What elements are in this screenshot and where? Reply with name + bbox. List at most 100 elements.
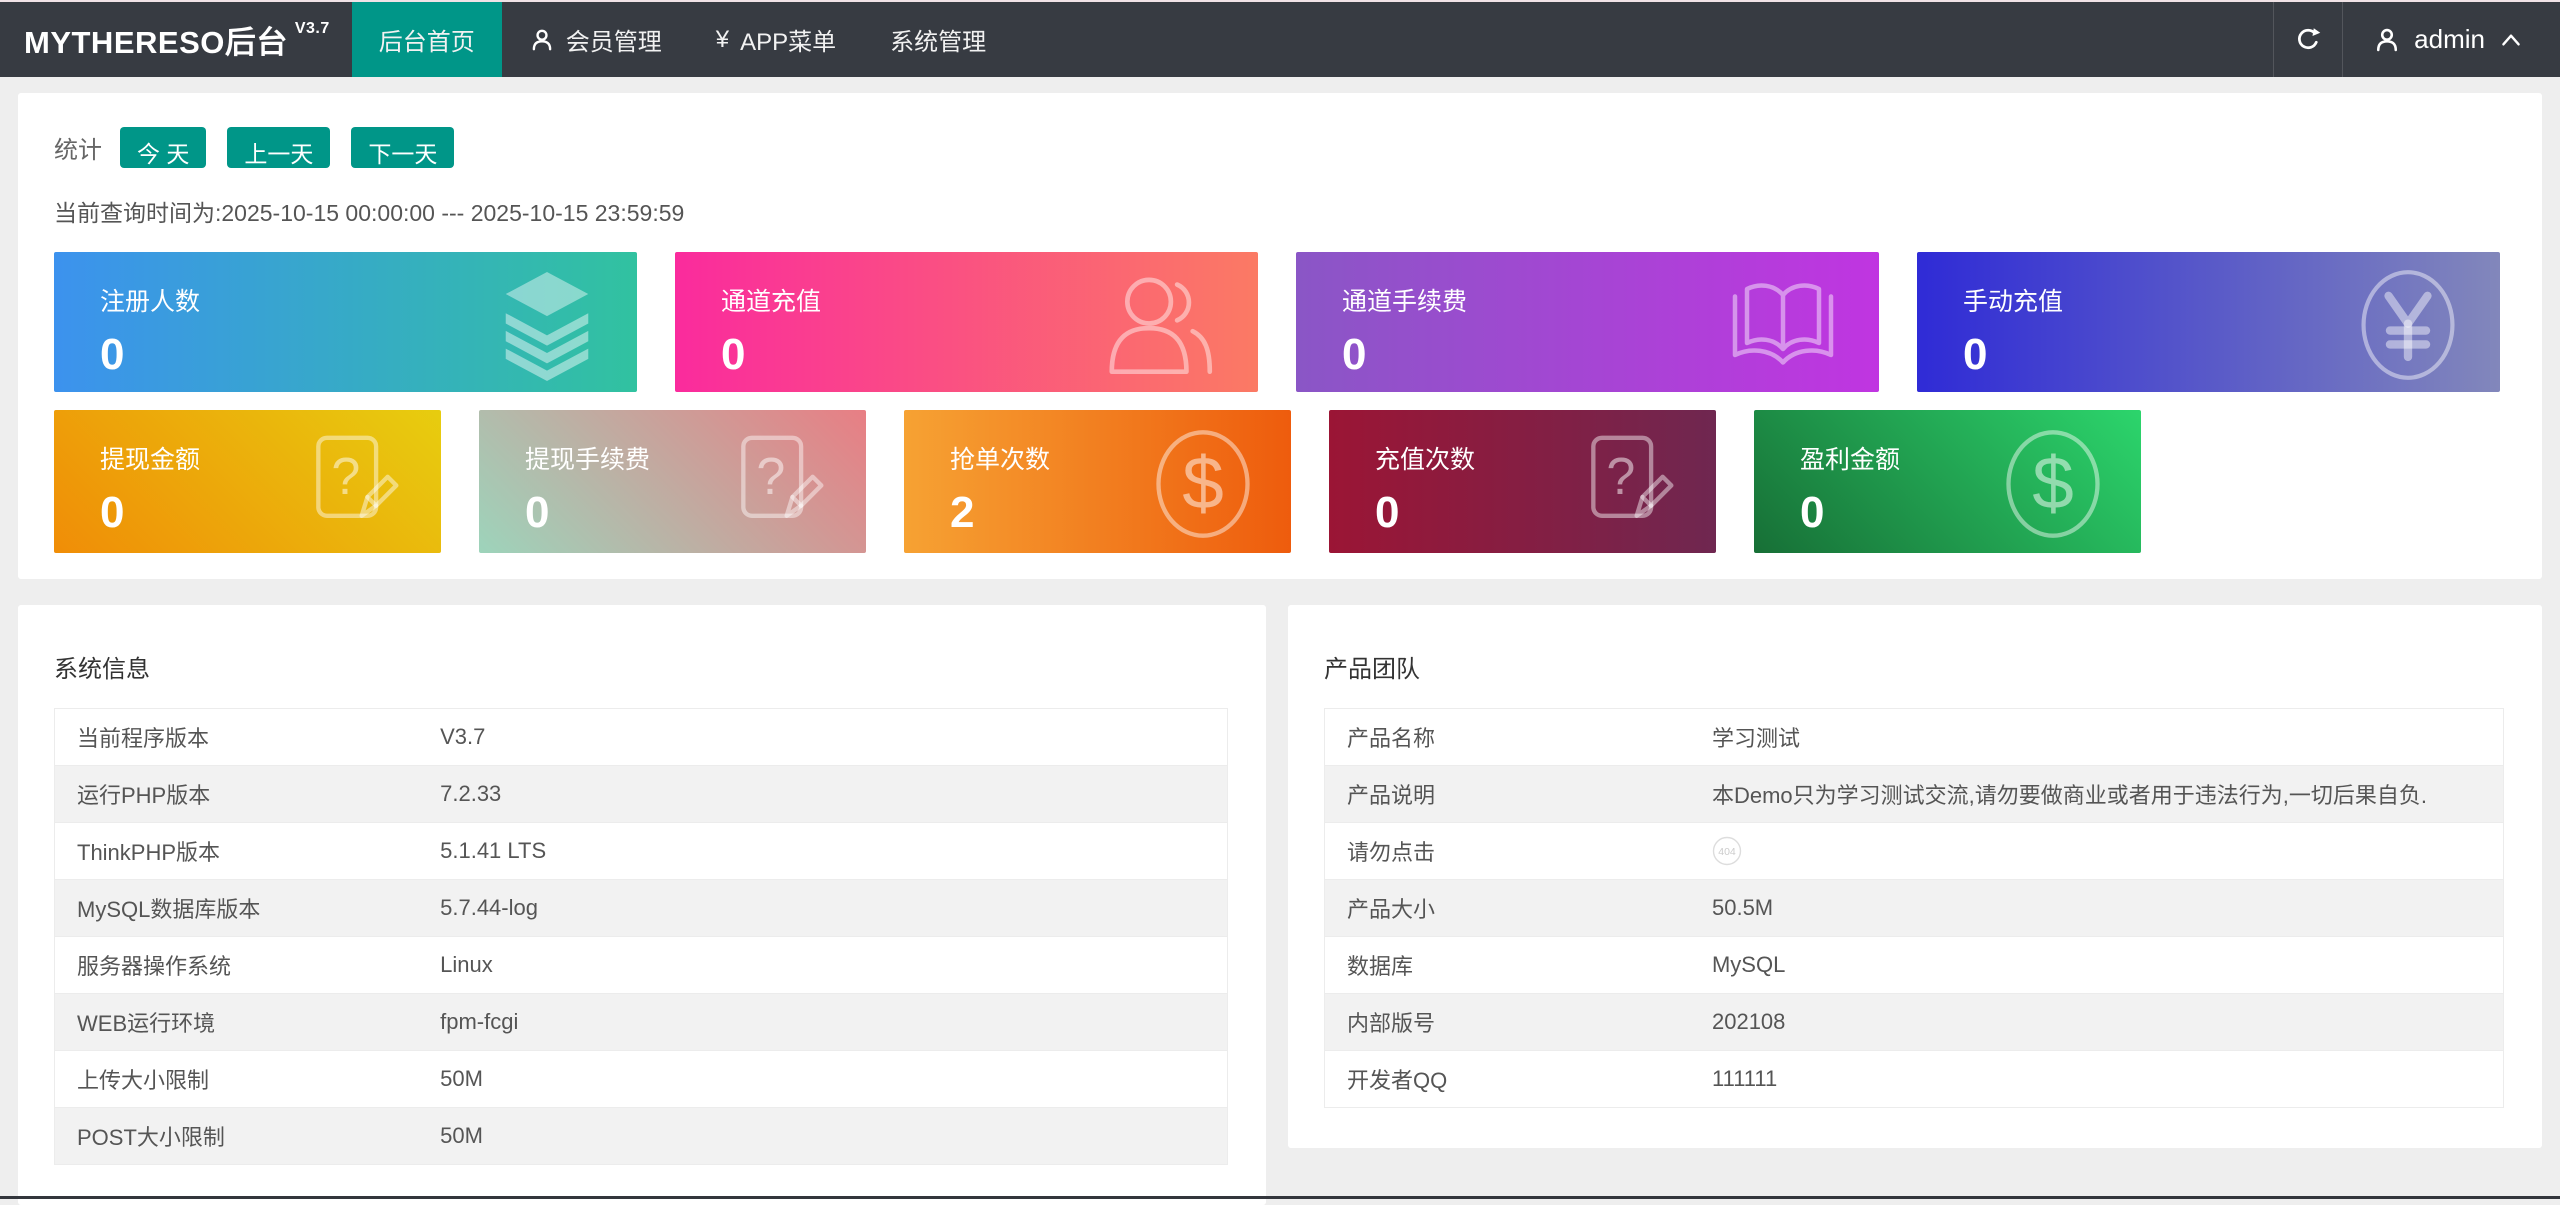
- product-team-table: 产品名称学习测试 产品说明本Demo只为学习测试交流,请勿要做商业或者用于违法行…: [1324, 708, 2504, 1108]
- row-value: 404: [1690, 823, 2504, 880]
- row-value: 50M: [418, 1108, 1227, 1165]
- row-label: 内部版号: [1325, 994, 1690, 1051]
- nav-item-system[interactable]: 系统管理: [863, 2, 1013, 77]
- top-navbar: MYTHERESO后台 V3.7 后台首页 会员管理 ¥ APP菜单 系统管理: [0, 0, 2560, 77]
- table-row: 产品大小50.5M: [1325, 880, 2504, 937]
- nav-item-app-menu[interactable]: ¥ APP菜单: [689, 2, 863, 77]
- person-icon: [529, 27, 555, 53]
- row-value: MySQL: [1690, 937, 2504, 994]
- svg-text:$: $: [2032, 441, 2074, 525]
- nav-item-label: APP菜单: [740, 22, 836, 57]
- nav-item-home[interactable]: 后台首页: [352, 2, 502, 77]
- row-label: 当前程序版本: [55, 709, 419, 766]
- stat-card-registered-users: 注册人数 0: [54, 252, 637, 392]
- nav-item-members[interactable]: 会员管理: [502, 2, 689, 77]
- table-row: 当前程序版本V3.7: [55, 709, 1228, 766]
- yen-icon: ¥: [716, 26, 729, 54]
- people-icon: [1104, 275, 1216, 375]
- system-info-title: 系统信息: [54, 649, 1228, 684]
- bottom-panels: 系统信息 当前程序版本V3.7 运行PHP版本7.2.33 ThinkPHP版本…: [18, 605, 2542, 1205]
- admin-username: admin: [2414, 24, 2485, 55]
- layers-icon: [499, 269, 595, 381]
- stat-card-grab-order-count: 抢单次数 2 $: [904, 410, 1291, 553]
- stats-section-label: 统计: [54, 130, 102, 165]
- range-button-prev-day[interactable]: 上一天: [227, 127, 330, 168]
- row-value: 5.1.41 LTS: [418, 823, 1227, 880]
- row-label: 上传大小限制: [55, 1051, 419, 1108]
- range-button-today[interactable]: 今 天: [120, 127, 206, 168]
- svg-text:?: ?: [331, 448, 360, 506]
- table-row: 运行PHP版本7.2.33: [55, 766, 1228, 823]
- row-value: V3.7: [418, 709, 1227, 766]
- row-label: MySQL数据库版本: [55, 880, 419, 937]
- row-label: POST大小限制: [55, 1108, 419, 1165]
- brand-title: MYTHERESO后台: [24, 17, 288, 62]
- stat-card-manual-recharge: 手动充值 0: [1917, 252, 2500, 392]
- system-info-table: 当前程序版本V3.7 运行PHP版本7.2.33 ThinkPHP版本5.1.4…: [54, 708, 1228, 1165]
- stat-card-recharge-count: 充值次数 0 ?: [1329, 410, 1716, 553]
- row-value: 5.7.44-log: [418, 880, 1227, 937]
- row-label: 产品大小: [1325, 880, 1690, 937]
- table-row: 请勿点击 404: [1325, 823, 2504, 880]
- product-team-panel: 产品团队 产品名称学习测试 产品说明本Demo只为学习测试交流,请勿要做商业或者…: [1288, 605, 2542, 1148]
- row-value: 学习测试: [1690, 709, 2504, 766]
- row-value: 50M: [418, 1051, 1227, 1108]
- table-row: POST大小限制50M: [55, 1108, 1228, 1165]
- brand-version: V3.7: [295, 20, 330, 38]
- table-row: 开发者QQ111111: [1325, 1051, 2504, 1108]
- table-row: 数据库MySQL: [1325, 937, 2504, 994]
- stat-card-channel-recharge: 通道充值 0: [675, 252, 1258, 392]
- row-value: 50.5M: [1690, 880, 2504, 937]
- nav-item-label: 后台首页: [379, 22, 475, 57]
- range-button-next-day[interactable]: 下一天: [351, 127, 454, 168]
- brand-logo[interactable]: MYTHERESO后台 V3.7: [0, 2, 352, 77]
- stat-card-withdraw-amount: 提现金额 0 ?: [54, 410, 441, 553]
- file-question-icon: ?: [726, 432, 830, 536]
- row-label: 产品说明: [1325, 766, 1690, 823]
- stats-header: 统计 今 天 上一天 下一天: [54, 127, 2500, 168]
- svg-text:?: ?: [1606, 448, 1635, 506]
- nav-item-label: 会员管理: [566, 22, 662, 57]
- row-label: 开发者QQ: [1325, 1051, 1690, 1108]
- stat-card-channel-fee: 通道手续费 0: [1296, 252, 1879, 392]
- yen-circle-icon: [2358, 266, 2458, 384]
- row-label: 产品名称: [1325, 709, 1690, 766]
- table-row: MySQL数据库版本5.7.44-log: [55, 880, 1228, 937]
- chevron-up-icon: [2498, 29, 2524, 51]
- row-value: fpm-fcgi: [418, 994, 1227, 1051]
- file-question-icon: ?: [1576, 432, 1680, 536]
- stats-panel: 统计 今 天 上一天 下一天 当前查询时间为:2025-10-15 00:00:…: [18, 93, 2542, 579]
- file-question-icon: ?: [301, 432, 405, 536]
- table-row: 服务器操作系统Linux: [55, 937, 1228, 994]
- refresh-icon: [2293, 25, 2323, 55]
- dollar-circle-icon: $: [1151, 428, 1255, 540]
- admin-menu[interactable]: admin: [2343, 2, 2560, 77]
- table-row: ThinkPHP版本5.1.41 LTS: [55, 823, 1228, 880]
- row-label: 运行PHP版本: [55, 766, 419, 823]
- table-row: 上传大小限制50M: [55, 1051, 1228, 1108]
- row-value: Linux: [418, 937, 1227, 994]
- main-nav: 后台首页 会员管理 ¥ APP菜单 系统管理: [352, 2, 1013, 77]
- table-row: WEB运行环境fpm-fcgi: [55, 994, 1228, 1051]
- broken-image-404-badge: 404: [1712, 836, 1742, 866]
- stat-card-profit-amount: 盈利金额 0 $: [1754, 410, 2141, 553]
- row-value: 本Demo只为学习测试交流,请勿要做商业或者用于违法行为,一切后果自负.: [1690, 766, 2504, 823]
- system-info-panel: 系统信息 当前程序版本V3.7 运行PHP版本7.2.33 ThinkPHP版本…: [18, 605, 1266, 1205]
- stat-cards-row-1: 注册人数 0 通道充值 0: [54, 252, 2500, 392]
- nav-item-label: 系统管理: [890, 22, 986, 57]
- row-label: 服务器操作系统: [55, 937, 419, 994]
- product-team-title: 产品团队: [1324, 649, 2504, 684]
- svg-text:404: 404: [1718, 846, 1736, 858]
- row-label: 数据库: [1325, 937, 1690, 994]
- row-label: 请勿点击: [1325, 823, 1690, 880]
- svg-text:$: $: [1182, 441, 1224, 525]
- stat-cards-row-2: 提现金额 0 ? 提现手续费 0 ?: [54, 410, 2500, 553]
- query-time-text: 当前查询时间为:2025-10-15 00:00:00 --- 2025-10-…: [54, 194, 2500, 228]
- table-row: 内部版号202108: [1325, 994, 2504, 1051]
- row-value: 111111: [1690, 1051, 2504, 1108]
- svg-text:?: ?: [756, 448, 785, 506]
- refresh-button[interactable]: [2273, 2, 2343, 77]
- book-icon: [1729, 277, 1837, 373]
- table-row: 产品说明本Demo只为学习测试交流,请勿要做商业或者用于违法行为,一切后果自负.: [1325, 766, 2504, 823]
- row-value: 7.2.33: [418, 766, 1227, 823]
